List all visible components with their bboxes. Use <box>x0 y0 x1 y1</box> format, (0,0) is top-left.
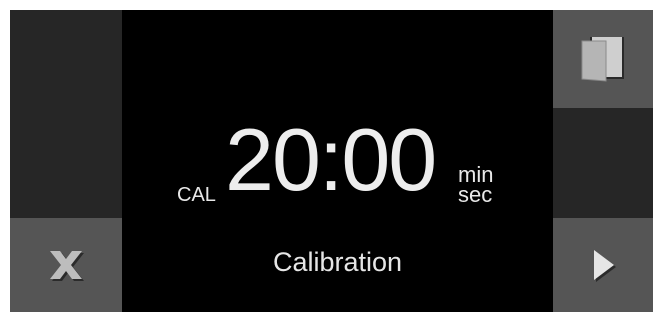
unit-seconds: sec <box>458 182 493 207</box>
close-icon <box>50 251 84 281</box>
timer-display: CAL 20:00 min sec <box>122 116 553 210</box>
right-panel <box>553 108 653 218</box>
time-value: 20:00 <box>225 110 437 209</box>
mode-label: Calibration <box>272 247 403 277</box>
door-button[interactable] <box>553 10 653 108</box>
start-button[interactable] <box>553 218 653 312</box>
cancel-button[interactable] <box>10 218 122 312</box>
left-panel <box>10 10 122 218</box>
door-icon <box>581 37 624 82</box>
play-icon <box>594 250 616 282</box>
calibration-prefix: CAL <box>177 184 216 206</box>
oven-display: CAL 20:00 min sec Calibration <box>10 10 653 312</box>
